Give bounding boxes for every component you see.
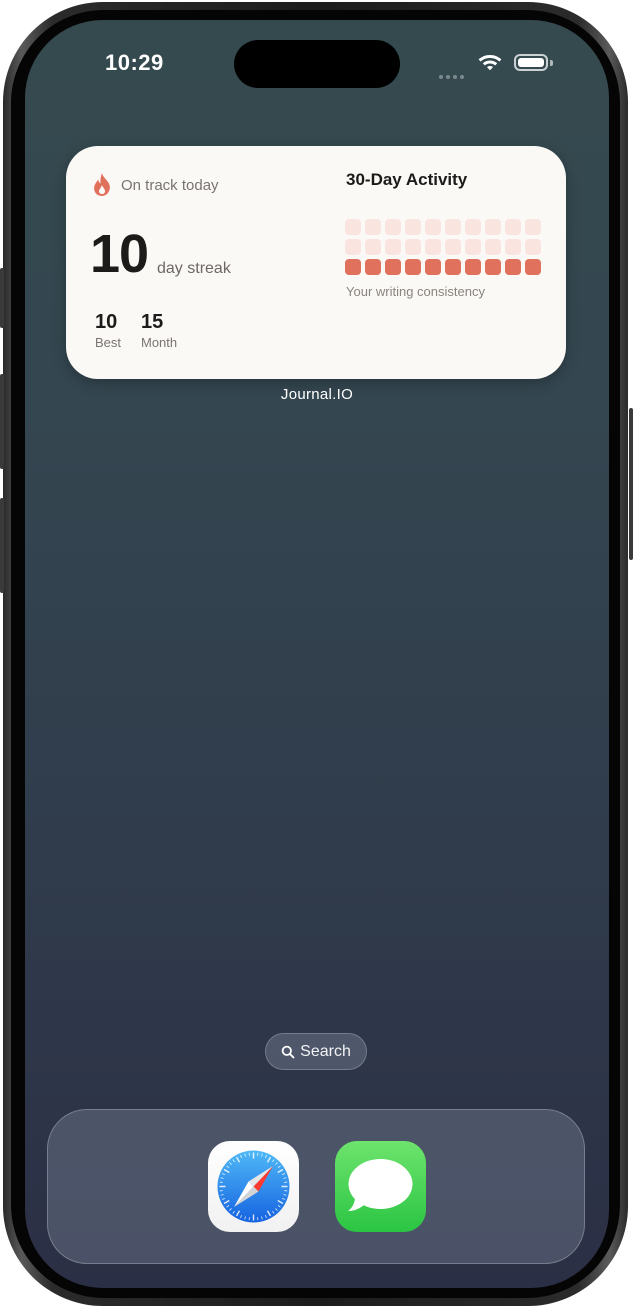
volume-down-button[interactable] [0,498,4,593]
messages-app-icon[interactable] [335,1141,426,1232]
activity-day-cell [405,219,421,235]
activity-day-cell [425,239,441,255]
activity-day-cell [405,239,421,255]
activity-day-cell [345,259,361,275]
compass-icon [217,1150,290,1223]
activity-day-cell [365,219,381,235]
volume-up-button[interactable] [0,374,4,469]
streak-count: 10 [90,224,149,284]
search-button[interactable]: Search [265,1033,367,1070]
home-screen: 10:29 On track today 10 day streak 10 Be… [25,20,609,1288]
flame-icon [94,173,110,196]
power-button[interactable] [629,408,633,560]
activity-day-cell [385,219,401,235]
stat-month-value: 15 [141,311,164,333]
status-time: 10:29 [105,50,164,75]
streak-label: day streak [157,260,231,277]
activity-day-cell [465,259,481,275]
action-button[interactable] [0,268,4,328]
activity-day-cell [425,219,441,235]
activity-day-cell [445,239,461,255]
status-text: On track today [121,176,219,194]
activity-day-cell [465,239,481,255]
activity-day-cell [505,259,521,275]
speech-bubble-icon [348,1159,413,1211]
stat-month-label: Month [141,335,178,350]
battery-cap [550,60,553,66]
stat-best-value: 10 [95,311,118,333]
dynamic-island [234,40,400,88]
activity-grid [345,219,542,275]
dock [47,1109,585,1264]
activity-day-cell [345,239,361,255]
activity-day-cell [485,239,501,255]
activity-day-cell [505,219,521,235]
status-row: On track today [91,171,219,199]
activity-day-cell [505,239,521,255]
search-label: Search [300,1042,351,1060]
activity-title: 30-Day Activity [346,170,468,189]
activity-caption: Your writing consistency [346,284,485,299]
stat-month: 15 Month [141,310,177,352]
activity-day-cell [345,219,361,235]
activity-day-cell [385,259,401,275]
stat-best-label: Best [95,335,122,350]
activity-day-cell [405,259,421,275]
search-icon [281,1045,295,1058]
activity-day-cell [525,259,541,275]
widget-name-label: Journal.IO [280,386,354,403]
wifi-icon [477,52,503,77]
activity-day-cell [485,259,501,275]
cellular-signal-icon [439,66,467,79]
streak-widget[interactable]: On track today 10 day streak 10 Best 15 … [66,146,566,379]
stat-best: 10 Best [95,310,121,352]
activity-day-cell [365,239,381,255]
battery-icon [514,54,548,71]
activity-day-cell [385,239,401,255]
activity-day-cell [425,259,441,275]
activity-day-cell [525,219,541,235]
safari-app-icon[interactable] [208,1141,299,1232]
activity-day-cell [485,219,501,235]
activity-day-cell [525,239,541,255]
activity-day-cell [365,259,381,275]
activity-day-cell [465,219,481,235]
activity-day-cell [445,219,461,235]
activity-day-cell [445,259,461,275]
